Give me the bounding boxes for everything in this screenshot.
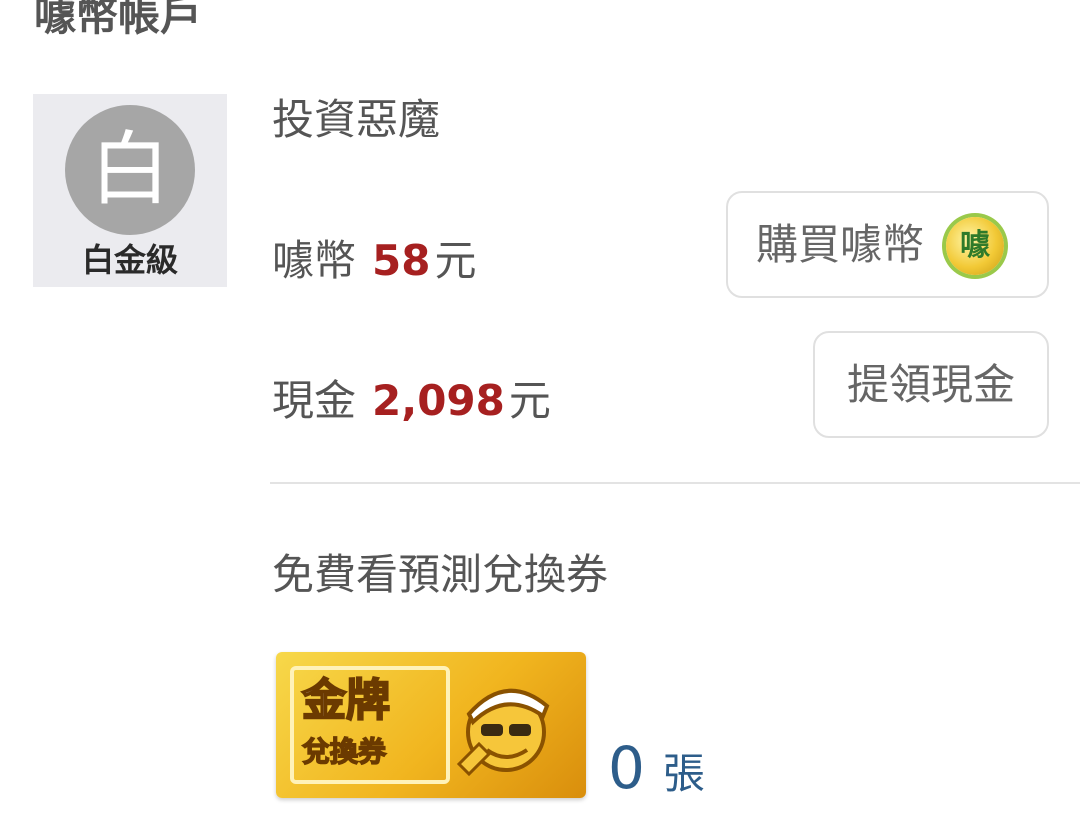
ticket-gold-text: 金牌 xyxy=(301,675,391,727)
mascot-icon xyxy=(456,688,550,777)
username: 投資惡魔 xyxy=(272,95,441,144)
voucher-count: 0張 xyxy=(608,728,705,823)
ticket-label-text: 兌換券 xyxy=(301,734,387,769)
gold-voucher-ticket-image: 金牌 兌換券 xyxy=(276,652,586,798)
coin-balance-row: 噱幣 58元 xyxy=(272,233,476,289)
coin-icon: 噱 xyxy=(946,217,1004,275)
coin-balance-unit: 元 xyxy=(434,236,477,285)
coin-balance-label: 噱幣 xyxy=(272,236,357,285)
coin-balance-amount: 58 xyxy=(372,236,431,285)
avatar: 白 xyxy=(65,105,195,235)
coin-account-page: 噱幣帳戶 白 白金級 投資惡魔 噱幣 58元 現金 2,098元 購買噱幣 噱 提領… xyxy=(0,0,1080,831)
buy-coins-label: 購買噱幣 xyxy=(756,220,925,269)
buy-coins-button[interactable]: 購買噱幣 噱 xyxy=(726,191,1049,298)
voucher-count-unit: 張 xyxy=(662,749,705,798)
cash-balance-unit: 元 xyxy=(508,376,551,425)
withdraw-cash-button[interactable]: 提領現金 xyxy=(813,331,1049,438)
avatar-card: 白 白金級 xyxy=(33,94,227,287)
member-level-label: 白金級 xyxy=(81,241,178,279)
withdraw-cash-label: 提領現金 xyxy=(846,360,1015,409)
cash-balance-row: 現金 2,098元 xyxy=(272,373,551,429)
cash-balance-label: 現金 xyxy=(272,376,357,425)
voucher-count-number: 0 xyxy=(608,734,645,802)
coin-icon-char: 噱 xyxy=(960,228,990,263)
voucher-section-title: 免費看預測兌換券 xyxy=(272,550,609,599)
cash-balance-amount: 2,098 xyxy=(372,376,505,425)
section-divider xyxy=(270,482,1080,484)
page-title: 噱幣帳戶 xyxy=(34,0,203,40)
